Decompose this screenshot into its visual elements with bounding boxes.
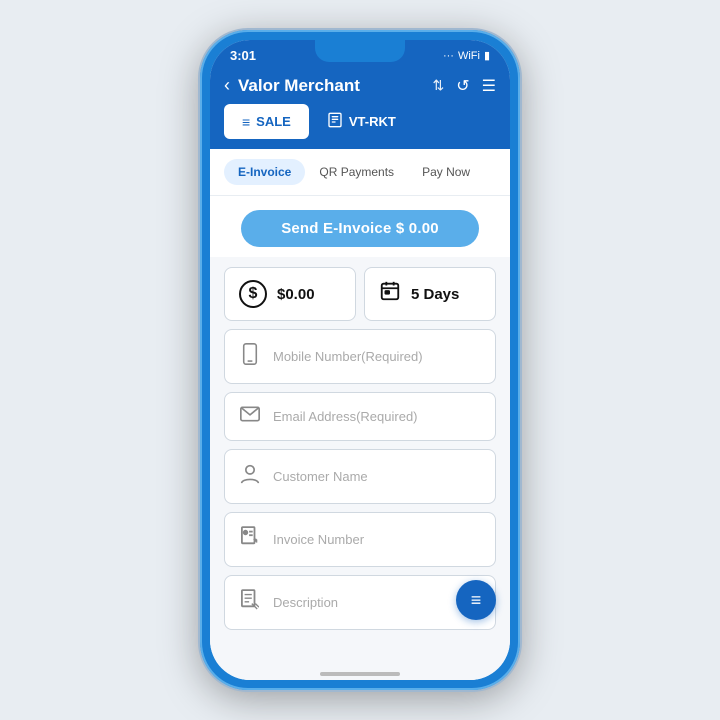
fab-button[interactable]: ≡ [456,580,496,620]
customer-name-input[interactable] [273,469,481,484]
email-field[interactable] [224,392,496,441]
send-button-wrapper: Send E-Invoice $ 0.00 [210,196,510,257]
vt-rkt-tab-label: VT-RKT [349,114,396,129]
tab-vt-rkt[interactable]: VT-RKT [309,104,414,139]
signal-dots: ··· [443,50,454,62]
header-title: Valor Merchant [238,76,433,96]
sort-icon[interactable]: ⇅ [433,77,445,94]
fab-icon: ≡ [471,590,482,611]
app-header: ‹ Valor Merchant ⇅ ↺ ☰ [210,67,510,104]
back-button[interactable]: ‹ [224,75,230,96]
customer-name-field[interactable] [224,449,496,504]
amount-box[interactable]: $ $0.00 [224,267,356,321]
mobile-icon [239,343,261,370]
description-icon [239,589,261,616]
send-einvoice-button[interactable]: Send E-Invoice $ 0.00 [241,210,479,247]
dollar-icon: $ [239,280,267,308]
days-value: 5 Days [411,286,459,303]
invoice-number-input[interactable] [273,532,481,547]
description-input[interactable] [273,595,481,610]
home-bar [320,672,400,676]
sub-tabs: E-Invoice QR Payments Pay Now [210,149,510,196]
calendar-icon [379,280,401,308]
battery-icon: ▮ [484,49,490,62]
email-input[interactable] [273,409,481,424]
person-icon [239,463,261,490]
home-indicator [210,664,510,680]
sub-tab-paynow[interactable]: Pay Now [408,159,484,185]
invoice-number-field[interactable] [224,512,496,567]
email-icon [239,406,261,427]
invoice-icon [239,526,261,553]
menu-icon[interactable]: ☰ [482,76,496,96]
phone-frame: 3:01 ··· WiFi ▮ ‹ Valor Merchant ⇅ ↺ ☰ ≡… [200,30,520,690]
wifi-icon: WiFi [458,50,480,62]
amount-days-row: $ $0.00 5 Day [224,267,496,321]
days-box[interactable]: 5 Days [364,267,496,321]
header-icons: ⇅ ↺ ☰ [433,76,496,96]
tab-bar: ≡ SALE VT-RKT [210,104,510,149]
amount-value: $0.00 [277,286,315,303]
sale-tab-label: SALE [256,114,291,129]
status-icons: ··· WiFi ▮ [443,49,490,62]
notch [315,40,405,62]
vt-rkt-tab-icon [327,112,343,131]
sale-tab-icon: ≡ [242,114,250,130]
sub-tab-einvoice[interactable]: E-Invoice [224,159,305,185]
status-time: 3:01 [230,48,256,63]
refresh-icon[interactable]: ↺ [456,76,469,96]
mobile-field[interactable] [224,329,496,384]
tab-sale[interactable]: ≡ SALE [224,104,309,139]
mobile-input[interactable] [273,349,481,364]
sub-tab-qr[interactable]: QR Payments [305,159,408,185]
